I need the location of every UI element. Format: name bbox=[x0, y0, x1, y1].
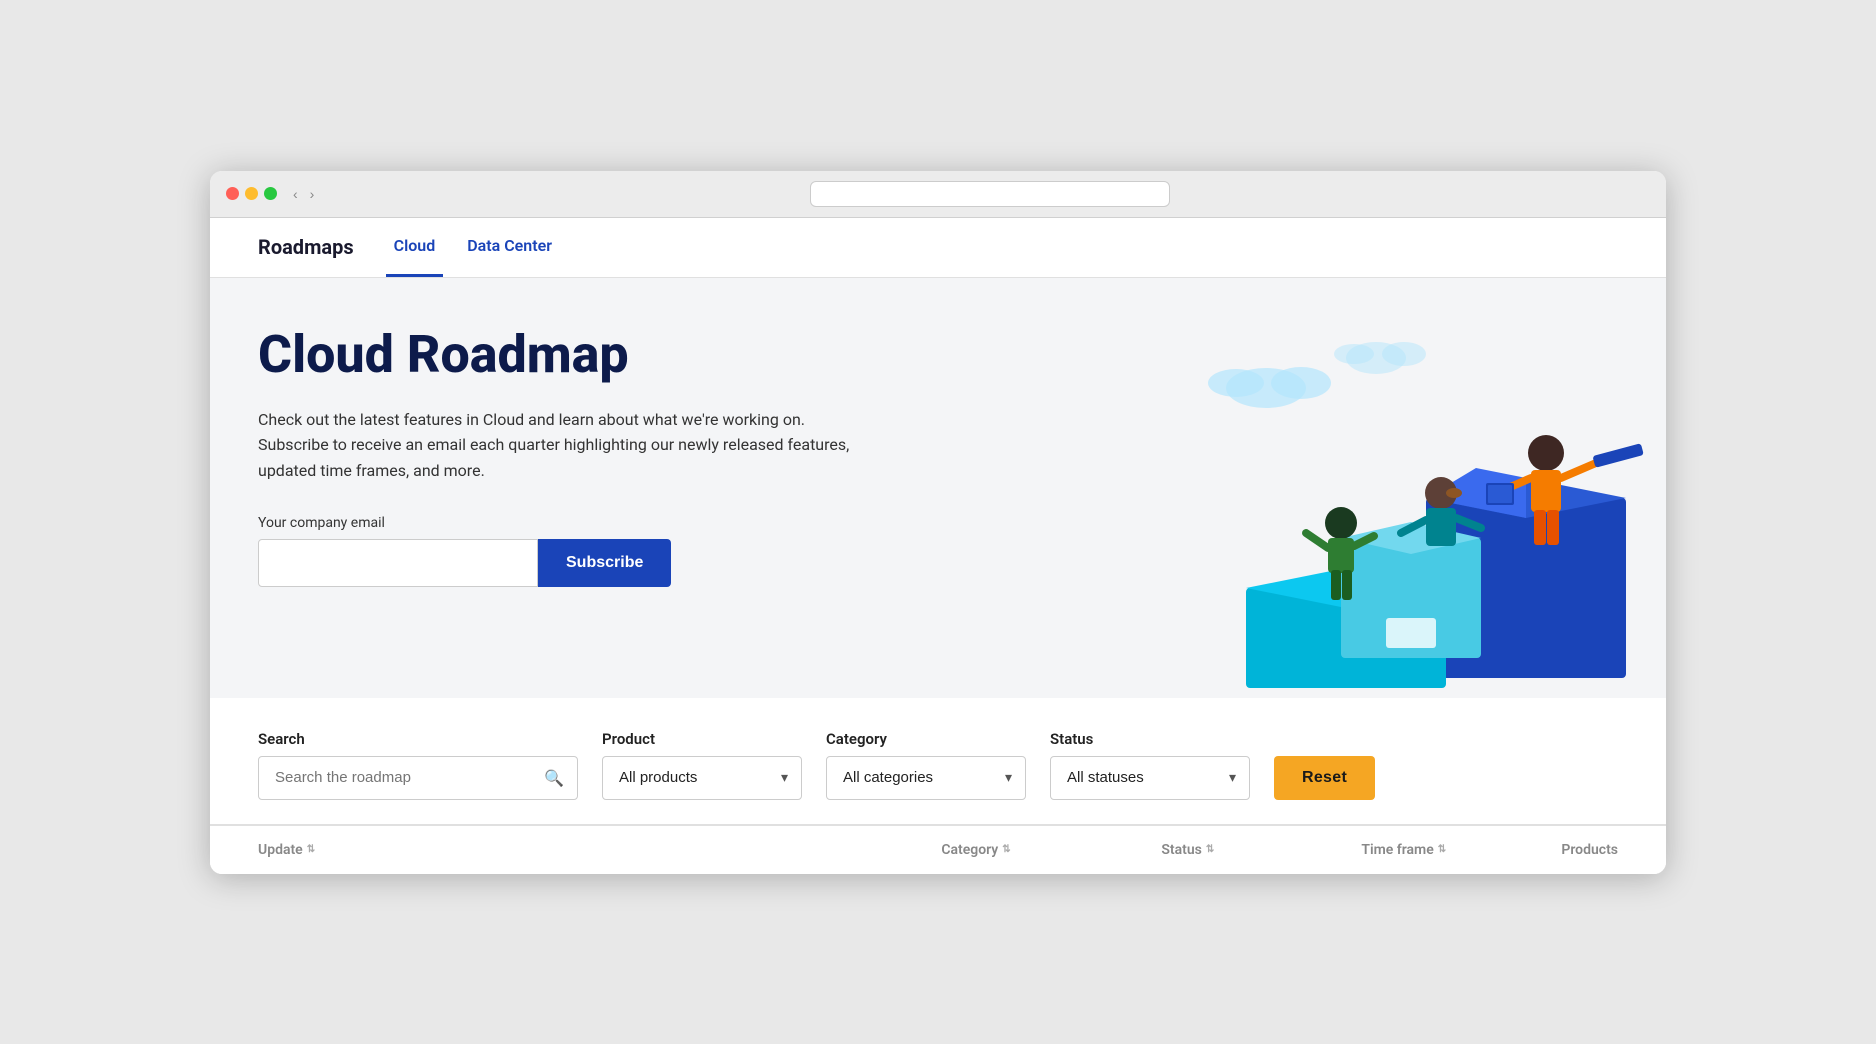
hero-illustration bbox=[1146, 278, 1666, 698]
hero-section: Cloud Roadmap Check out the latest featu… bbox=[210, 278, 1666, 698]
hero-content: Cloud Roadmap Check out the latest featu… bbox=[258, 326, 958, 588]
email-input[interactable] bbox=[258, 539, 538, 587]
close-dot[interactable] bbox=[226, 187, 239, 200]
sort-icon-category: ⇅ bbox=[1002, 844, 1010, 855]
hero-description: Check out the latest features in Cloud a… bbox=[258, 407, 878, 484]
email-label: Your company email bbox=[258, 515, 958, 531]
forward-button[interactable]: › bbox=[306, 184, 319, 204]
search-wrapper: 🔍 bbox=[258, 756, 578, 800]
search-input[interactable] bbox=[258, 756, 578, 800]
column-status-label: Status bbox=[1161, 842, 1201, 858]
hero-title: Cloud Roadmap bbox=[258, 326, 958, 383]
search-icon: 🔍 bbox=[544, 768, 564, 787]
category-label: Category bbox=[826, 730, 1026, 748]
status-label: Status bbox=[1050, 730, 1250, 748]
address-bar[interactable] bbox=[810, 181, 1170, 207]
category-select[interactable]: All categories bbox=[826, 756, 1026, 800]
status-select[interactable]: All statuses bbox=[1050, 756, 1250, 800]
filter-row: Search 🔍 Product All products bbox=[258, 730, 1618, 824]
column-status[interactable]: Status ⇅ bbox=[1161, 842, 1281, 858]
maximize-dot[interactable] bbox=[264, 187, 277, 200]
column-category[interactable]: Category ⇅ bbox=[941, 842, 1101, 858]
column-update-label: Update bbox=[258, 842, 303, 858]
email-row: Subscribe bbox=[258, 539, 958, 587]
column-timeframe[interactable]: Time frame ⇅ bbox=[1361, 842, 1501, 858]
back-button[interactable]: ‹ bbox=[289, 184, 302, 204]
product-group: Product All products bbox=[602, 730, 802, 800]
tab-cloud[interactable]: Cloud bbox=[386, 218, 444, 277]
sort-icon-status: ⇅ bbox=[1206, 844, 1214, 855]
email-section: Your company email Subscribe bbox=[258, 515, 958, 587]
reset-button[interactable]: Reset bbox=[1274, 756, 1375, 800]
browser-nav: ‹ › bbox=[289, 184, 318, 204]
column-category-label: Category bbox=[941, 842, 998, 858]
browser-dots bbox=[226, 187, 277, 200]
app-content: Roadmaps Cloud Data Center Cloud Roadmap… bbox=[210, 218, 1666, 874]
status-group: Status All statuses bbox=[1050, 730, 1250, 800]
product-label: Product bbox=[602, 730, 802, 748]
sort-icon-timeframe: ⇅ bbox=[1438, 844, 1446, 855]
column-timeframe-label: Time frame bbox=[1361, 842, 1433, 858]
status-select-wrapper: All statuses bbox=[1050, 756, 1250, 800]
table-header: Update ⇅ Category ⇅ Status ⇅ Time frame … bbox=[210, 825, 1666, 874]
sort-icon-update: ⇅ bbox=[307, 844, 315, 855]
search-label: Search bbox=[258, 730, 578, 748]
browser-chrome: ‹ › bbox=[210, 171, 1666, 218]
tab-data-center[interactable]: Data Center bbox=[459, 218, 560, 277]
subscribe-button[interactable]: Subscribe bbox=[538, 539, 671, 587]
browser-window: ‹ › Roadmaps Cloud Data Center Cloud Roa… bbox=[210, 171, 1666, 874]
category-select-wrapper: All categories bbox=[826, 756, 1026, 800]
product-select-wrapper: All products bbox=[602, 756, 802, 800]
nav-tabs: Cloud Data Center bbox=[386, 218, 560, 277]
minimize-dot[interactable] bbox=[245, 187, 258, 200]
column-update[interactable]: Update ⇅ bbox=[258, 842, 941, 858]
column-products-label: Products bbox=[1561, 842, 1618, 858]
column-products: Products bbox=[1561, 842, 1618, 858]
product-select[interactable]: All products bbox=[602, 756, 802, 800]
search-group: Search 🔍 bbox=[258, 730, 578, 800]
nav-brand: Roadmaps bbox=[258, 235, 354, 259]
top-nav: Roadmaps Cloud Data Center bbox=[210, 218, 1666, 278]
filter-section: Search 🔍 Product All products bbox=[210, 698, 1666, 825]
category-group: Category All categories bbox=[826, 730, 1026, 800]
